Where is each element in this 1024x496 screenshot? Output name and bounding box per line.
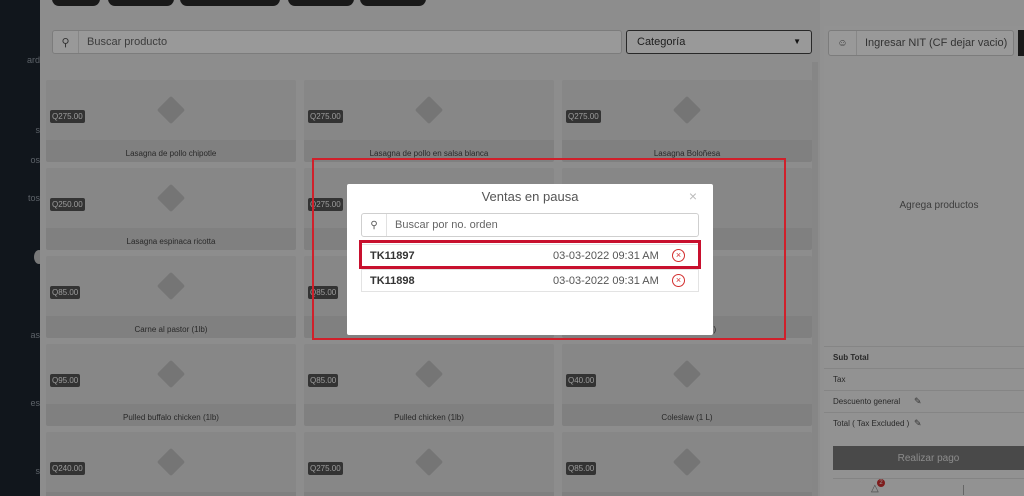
order-search[interactable]: ⚲ Buscar por no. orden [361, 213, 699, 237]
search-icon: ⚲ [362, 214, 387, 236]
paused-order-row[interactable]: TK11898 03-03-2022 09:31 AM × [361, 269, 699, 292]
row-highlight-frame [359, 240, 701, 269]
order-search-input[interactable]: Buscar por no. orden [395, 219, 498, 231]
modal-title: Ventas en pausa [481, 189, 579, 204]
delete-icon[interactable]: × [672, 274, 685, 287]
order-date: 03-03-2022 09:31 AM [553, 275, 659, 287]
order-code: TK11898 [370, 275, 415, 287]
close-icon[interactable]: × [689, 188, 697, 204]
